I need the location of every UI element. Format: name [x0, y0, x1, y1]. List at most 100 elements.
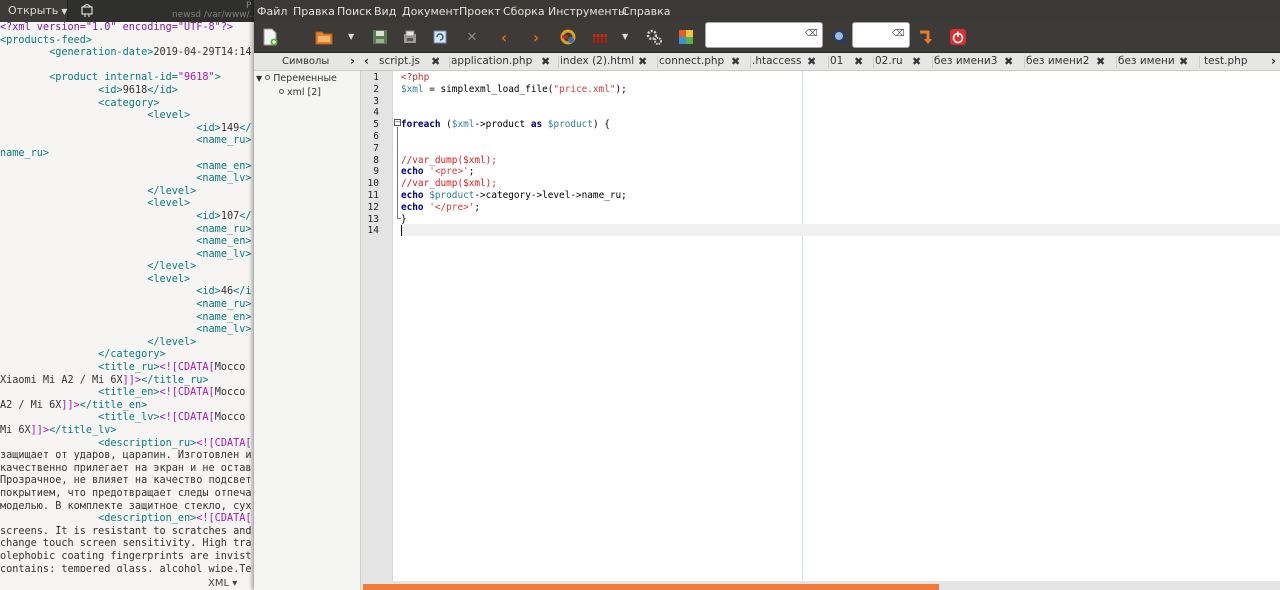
forward-icon[interactable]: ›	[526, 27, 546, 47]
tree-node-xml[interactable]: xml [2]	[279, 87, 321, 98]
xml-token: <level>	[147, 198, 191, 210]
chevron-left-icon[interactable]: ‹	[364, 53, 369, 70]
xml-token	[0, 47, 49, 58]
line-number: 11	[367, 190, 379, 201]
xml-token: защищает от ударов, царапин. Изготовлен …	[0, 450, 252, 462]
close-file-icon[interactable]: ✕	[462, 27, 482, 47]
goto-line-input[interactable]: ⌫	[852, 22, 910, 48]
tab-separator	[873, 56, 874, 68]
close-tab-icon[interactable]: ✖	[541, 53, 550, 71]
chevron-right-icon[interactable]: ›	[1271, 53, 1276, 70]
tree-node-variables[interactable]: ▼ Переменные	[256, 73, 337, 84]
tab-02-ru[interactable]: 02.ru	[875, 53, 903, 71]
xml-line: моделью. В комплекте защитное стекло, су…	[0, 501, 256, 514]
scrollbar-thumb[interactable]	[363, 584, 939, 590]
close-tab-icon[interactable]: ✖	[1004, 53, 1013, 71]
menu-view[interactable]: Вид	[374, 0, 396, 23]
back-icon[interactable]: ‹	[494, 27, 514, 47]
tab-test-php[interactable]: test.php	[1204, 53, 1248, 71]
menu-help[interactable]: Справка	[622, 0, 670, 23]
find-icon[interactable]	[830, 27, 850, 47]
search-input[interactable]: ⌫	[705, 22, 823, 48]
tab-index-2-html[interactable]: index (2).html	[560, 53, 634, 71]
clear-search-icon[interactable]: ⌫	[805, 29, 818, 40]
line-number: 13	[367, 213, 379, 225]
chevron-down-icon: ▼	[61, 7, 68, 16]
menu-document[interactable]: Документ	[402, 0, 459, 23]
build-icon[interactable]	[590, 27, 610, 47]
menu-search[interactable]: Поиск	[337, 0, 372, 23]
tab-untitled-3[interactable]: без имени3	[934, 53, 997, 71]
tab-untitled-2[interactable]: без имени2	[1026, 53, 1089, 71]
code-token: //var_dump($xml);	[401, 178, 497, 190]
xml-token: <![CDATA[	[196, 437, 252, 449]
xml-line: <products-feed>	[0, 35, 256, 48]
quit-icon[interactable]	[948, 27, 968, 47]
menu-tools[interactable]: Инструменты	[548, 0, 627, 23]
jump-to-line-icon[interactable]	[916, 27, 936, 47]
close-tab-icon[interactable]: ✖	[807, 53, 816, 71]
tab-01[interactable]: 01	[830, 53, 843, 71]
close-tab-icon[interactable]: ✖	[431, 53, 440, 71]
xml-token: <name_en>	[196, 236, 252, 248]
menu-build[interactable]: Сборка	[503, 0, 545, 23]
open-button[interactable]: Открыть ▼	[0, 0, 68, 22]
save-icon[interactable]	[370, 27, 390, 47]
expander-down-icon[interactable]: ▼	[256, 74, 262, 83]
xml-token	[0, 324, 196, 335]
xml-token	[0, 72, 49, 83]
xml-token	[0, 211, 196, 222]
xml-token: <generation-date>	[49, 47, 154, 59]
xml-token	[0, 198, 147, 209]
pin-document-icon[interactable]	[80, 4, 94, 18]
menu-edit[interactable]: Правка	[293, 0, 335, 23]
build-options-chevron-icon[interactable]: ▼	[622, 32, 628, 41]
code-text[interactable]: <?php $xml = simplexml_load_file("price.x…	[401, 71, 1280, 581]
chevron-right-icon[interactable]: ›	[350, 54, 355, 68]
xml-token: </title_ru>	[141, 374, 209, 386]
code-editor[interactable]: 1 2 3 4 5 6 7 8 9 10 11 12 13 14 <?php $xml = simplexm…	[361, 71, 1280, 581]
open-button-label: Открыть	[8, 4, 59, 17]
xml-token: Прозрачное, не влияет на качество подсве…	[0, 475, 252, 487]
code-line: $xml = simplexml_load_file("price.xml");	[401, 84, 627, 96]
code-token: ->category->level->name_ru;	[474, 190, 627, 201]
fold-collapse-icon[interactable]: −	[394, 119, 401, 126]
xml-token: <title_lv>	[98, 412, 160, 424]
line-number: 8	[373, 154, 379, 166]
xml-source-view[interactable]: <?xml version="1.0" encoding="UTF-8"?> <p…	[0, 22, 256, 572]
clear-goto-icon[interactable]: ⌫	[892, 29, 905, 40]
open-file-icon[interactable]	[314, 27, 334, 47]
new-file-icon[interactable]	[260, 27, 280, 47]
language-selector[interactable]: XML ▾	[208, 578, 237, 589]
close-tab-icon[interactable]: ✖	[731, 53, 740, 71]
menu-file[interactable]: Файл	[257, 0, 287, 23]
revert-icon[interactable]	[430, 27, 450, 47]
compile-icon[interactable]	[558, 27, 578, 47]
code-token: ->product	[474, 119, 531, 131]
xml-token: 2019-04-29T14:14	[153, 47, 252, 59]
tab-symbols[interactable]: Символы	[282, 56, 329, 67]
xml-token: покрытием, что предотвращает следы отпеч…	[0, 487, 252, 499]
color-chooser-icon[interactable]	[676, 27, 696, 47]
xml-token	[0, 312, 196, 323]
close-tab-icon[interactable]: ✖	[912, 53, 921, 71]
menu-project[interactable]: Проект	[459, 0, 501, 23]
close-tab-icon[interactable]: ✖	[1096, 53, 1105, 71]
close-tab-icon[interactable]: ✖	[854, 53, 863, 71]
xml-token: <name_lv>	[196, 324, 252, 336]
close-tab-icon[interactable]: ✖	[638, 53, 647, 71]
tab-untitled[interactable]: без имени	[1118, 53, 1175, 71]
xml-token: <id>	[196, 210, 221, 222]
tab-script-js[interactable]: script.js	[379, 53, 420, 71]
xml-token	[0, 261, 147, 272]
tab-connect-php[interactable]: connect.php	[659, 53, 724, 71]
save-all-icon[interactable]	[400, 27, 420, 47]
xml-token: </category>	[98, 349, 166, 361]
symbols-sidebar: Символы › ▼ Переменные xml [2]	[254, 53, 361, 590]
execute-icon[interactable]	[644, 27, 664, 47]
horizontal-scrollbar[interactable]	[361, 581, 1280, 590]
tab-htaccess[interactable]: .htaccess	[752, 53, 802, 71]
tab-application-php[interactable]: application.php	[451, 53, 532, 71]
recent-files-chevron-icon[interactable]: ▼	[348, 32, 354, 41]
close-tab-icon[interactable]: ✖	[1179, 53, 1188, 71]
